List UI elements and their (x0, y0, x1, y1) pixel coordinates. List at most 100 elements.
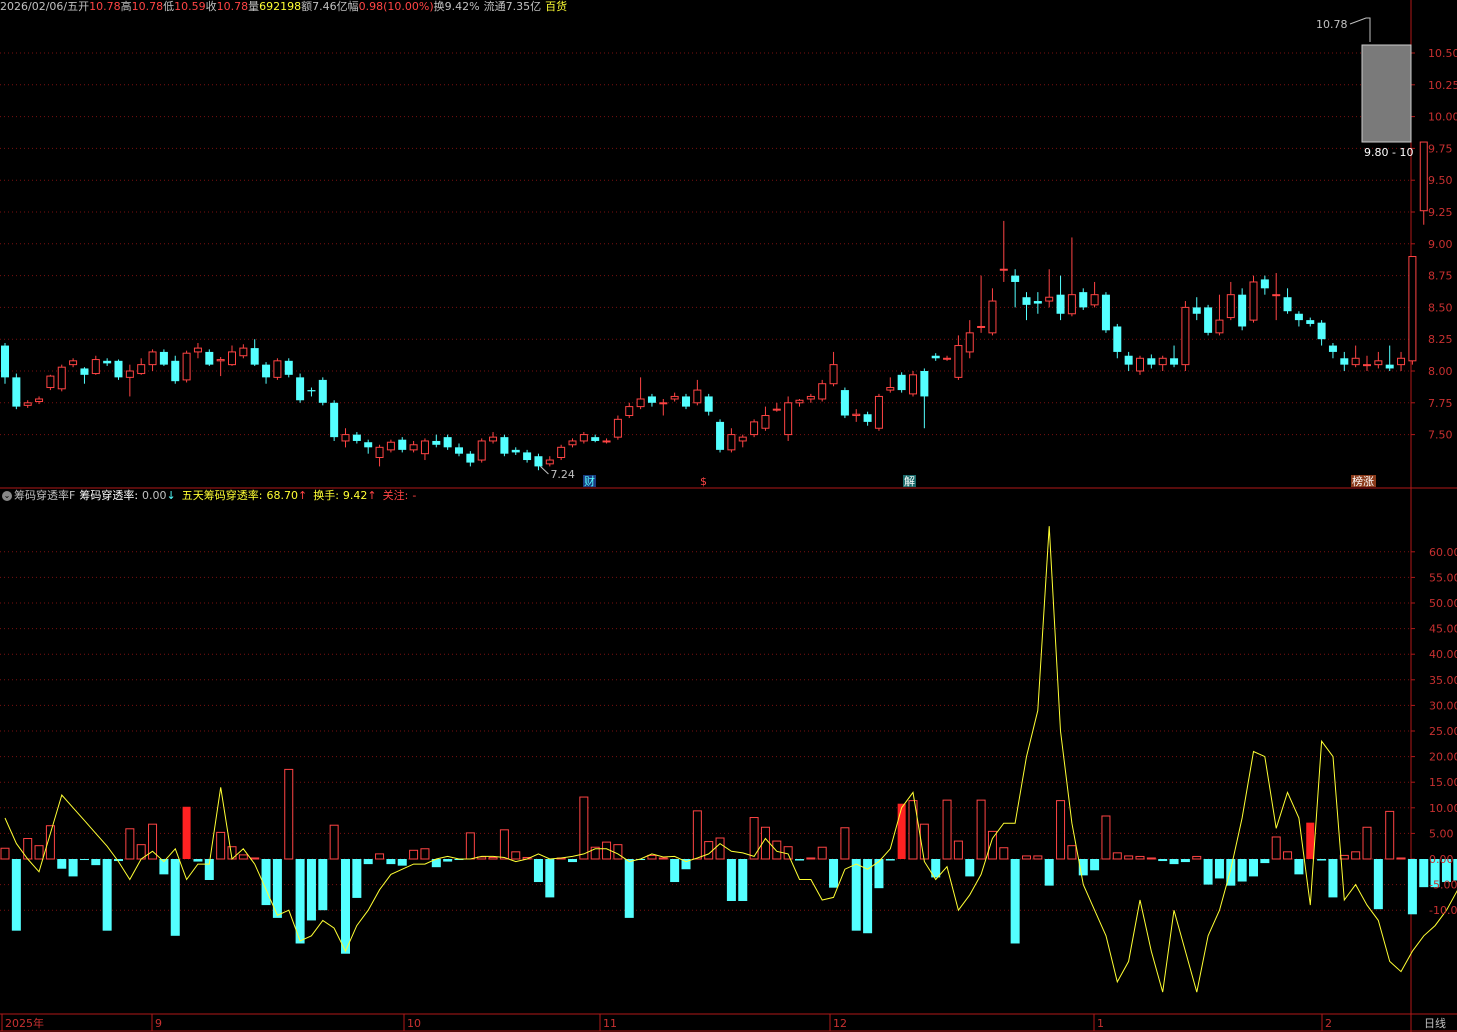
indicator-bar (1010, 859, 1020, 944)
period-label[interactable]: 日线 (1424, 1016, 1446, 1030)
candle-body (205, 351, 214, 365)
indicator-bar (499, 829, 509, 860)
candle-body (80, 368, 89, 375)
candle-body (1170, 358, 1179, 365)
candle-body (1067, 294, 1076, 315)
time-tick-label: 1 (1097, 1017, 1104, 1030)
indicator-bar (829, 859, 839, 888)
candle-body (1045, 296, 1054, 302)
indicator-bar (579, 796, 589, 860)
price-tick-label: 10.50 (1428, 47, 1457, 60)
price-tick-label: 10.00 (1428, 111, 1457, 124)
indicator-tick-label: 30.00 (1429, 699, 1457, 712)
candle-body (1294, 313, 1303, 321)
candle-body (193, 347, 202, 353)
indicator-bar (670, 859, 680, 883)
indicator-bar (91, 859, 101, 866)
price-tick-label: 7.75 (1428, 397, 1453, 410)
indicator-bar (704, 841, 714, 860)
indicator-bar (0, 847, 10, 860)
indicator-bar (772, 840, 782, 860)
indicator-bar (568, 859, 577, 863)
indicator-bar (1044, 859, 1054, 886)
indicator-bar (1317, 859, 1327, 861)
candle-body (977, 325, 986, 328)
candle-body (443, 437, 452, 448)
candle-body (852, 413, 861, 417)
marker-text[interactable]: 解 (904, 474, 915, 488)
time-tick-label: 2025年 (5, 1016, 44, 1030)
l4-value: - (412, 489, 417, 502)
indicator-bar (1033, 855, 1043, 860)
candle-body (137, 364, 146, 375)
volume-value: 692198 (259, 0, 302, 13)
candle-body (262, 364, 271, 378)
indicator-bar (1192, 855, 1202, 860)
indicator-bar (1237, 859, 1247, 882)
event-markers[interactable]: 财 $ 解 榜涨 (583, 474, 1376, 488)
candle-body (602, 440, 611, 443)
candle-body (761, 415, 770, 429)
indicator-bar (329, 824, 339, 860)
indicator-tick-label: 35.00 (1429, 674, 1457, 687)
candle-body (625, 406, 634, 417)
candle-body (931, 355, 940, 359)
candlestick-series (1, 141, 1428, 471)
candle-body (307, 390, 316, 392)
l1-value: 0.00 (142, 489, 167, 502)
indicator-name[interactable]: 筹码穿透率F (14, 489, 75, 502)
indicator-bar (806, 857, 816, 860)
indicator-bar (386, 859, 396, 865)
marker-text[interactable]: $ (700, 475, 707, 488)
candle-body (46, 375, 55, 389)
kline-chart-canvas[interactable]: 9.80 - 10 10.5010.2510.009.759.509.259.0… (0, 0, 1457, 1032)
candle-body (1101, 294, 1110, 331)
candle-body (330, 402, 339, 438)
candle-body (228, 351, 236, 366)
indicator-bar (624, 859, 634, 918)
marker-text[interactable]: 榜涨 (1352, 474, 1374, 488)
candle-body (216, 359, 225, 362)
indicator-bar (397, 859, 407, 866)
candle-body (1260, 279, 1269, 289)
indicator-bar (738, 859, 748, 901)
indicator-bar (1101, 815, 1111, 860)
collapse-icon[interactable]: ⌄ (2, 491, 12, 501)
indicator-bar (465, 832, 475, 860)
candle-body (420, 440, 429, 455)
candle-body (1317, 322, 1326, 340)
candle-body (738, 436, 747, 442)
indicator-bar (1373, 859, 1383, 910)
candle-body (863, 414, 872, 422)
indicator-bar (692, 810, 702, 860)
candle-body (1363, 364, 1371, 367)
candle-body (659, 402, 668, 405)
indicator-bar (363, 859, 373, 865)
candle-body (466, 453, 475, 463)
marker-text[interactable]: 财 (584, 474, 595, 488)
candle-body (1158, 357, 1167, 366)
candle-body (840, 390, 849, 416)
turnover-value: 9.42% (444, 0, 480, 13)
five-day-penetration-line (4, 526, 1457, 993)
candle-body (943, 357, 952, 360)
indicator-tick-label: 55.00 (1429, 571, 1457, 584)
sector-label[interactable]: 百货 (545, 0, 567, 13)
l2-label: 五天筹码穿透率: (181, 489, 263, 502)
range-label: 幅 (347, 0, 359, 13)
indicator-bar (443, 859, 453, 862)
candle-body (795, 399, 804, 404)
time-tick-label: 9 (155, 1017, 162, 1030)
indicator-bar (1328, 859, 1338, 898)
candle-body (591, 437, 600, 441)
candle-body (1079, 292, 1088, 308)
candle-body (557, 446, 566, 458)
candle-body (818, 383, 827, 400)
candle-body (1022, 297, 1031, 305)
candle-body (829, 364, 838, 385)
indicator-bar (79, 859, 89, 861)
indicator-bar (1158, 859, 1168, 862)
candle-body (477, 440, 486, 461)
open-label: 开 (78, 0, 90, 13)
indicator-bar (170, 859, 180, 936)
